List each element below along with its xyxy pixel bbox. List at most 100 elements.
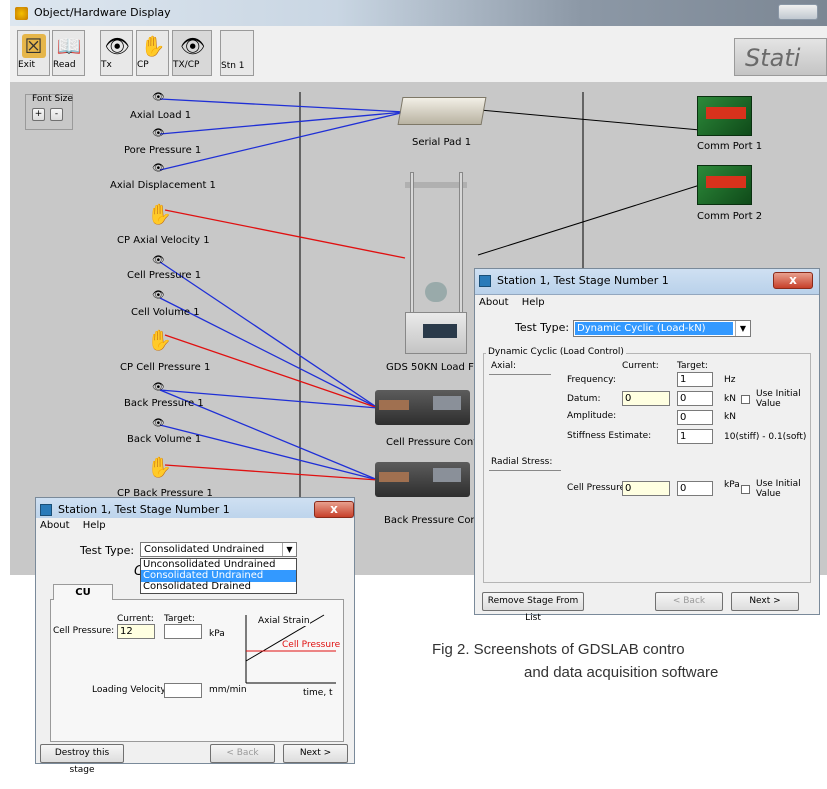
target-header: Target:: [677, 361, 708, 371]
frequency-target-field[interactable]: 1: [677, 372, 713, 387]
menu-help[interactable]: Help: [522, 297, 545, 308]
comm-port-2-image[interactable]: [697, 165, 752, 205]
cu-cell-pressure-label: Cell Pressure:: [53, 626, 115, 636]
cp-back-pressure-hand-icon[interactable]: ✋: [147, 455, 172, 479]
cp-axial-velocity-hand-icon[interactable]: ✋: [147, 202, 172, 226]
dynamic-cyclic-dialog: Station 1, Test Stage Number 1 x About H…: [474, 268, 820, 623]
cp-axial-velocity-label: CP Axial Velocity 1: [117, 235, 210, 246]
option-consolidated-drained[interactable]: Consolidated Drained: [141, 581, 296, 593]
cell-pressure-controller-label: Cell Pressure Cont: [386, 437, 478, 448]
cu-cell-pressure-current-field: 12: [117, 624, 155, 639]
destroy-stage-button[interactable]: Destroy this stage: [40, 744, 124, 775]
app-icon: [15, 7, 28, 20]
font-size-decrease-button[interactable]: -: [50, 108, 63, 121]
datum-use-initial-checkbox[interactable]: [741, 395, 750, 404]
dynamic-dialog-close-button[interactable]: x: [773, 272, 813, 289]
loading-velocity-field[interactable]: [164, 683, 202, 698]
cu-dialog-title: Station 1, Test Stage Number 1: [58, 503, 230, 516]
time-axis-label: time, t: [303, 688, 333, 698]
stiffness-unit: 10(stiff) - 0.1(soft): [724, 432, 807, 442]
cp-cell-pressure-label: CP Cell Pressure 1: [120, 362, 211, 373]
back-pressure-controller-image[interactable]: [375, 462, 470, 497]
figure-caption-line-1: Fig 2. Screenshots of GDSLAB contro: [432, 641, 685, 658]
chevron-down-icon[interactable]: ▼: [282, 543, 296, 556]
cu-back-button[interactable]: < Back: [210, 744, 275, 763]
amplitude-target-field[interactable]: 0: [677, 410, 713, 425]
station-icon: [40, 504, 52, 516]
back-volume-eye-icon[interactable]: 👁: [152, 419, 165, 429]
hand-icon: ✋: [140, 34, 166, 58]
remove-stage-button[interactable]: Remove Stage From List: [482, 592, 584, 623]
cu-target-header: Target:: [164, 614, 195, 624]
test-type-dropdown-list: Unconsolidated Undrained Consolidated Un…: [140, 558, 297, 594]
main-window-title: Object/Hardware Display: [34, 6, 171, 19]
header-logo: Stati: [734, 38, 827, 76]
cp-button[interactable]: ✋ CP: [136, 30, 169, 76]
menu-about[interactable]: About: [479, 297, 509, 308]
cell-pressure-label: Cell Pressure 1: [127, 270, 202, 281]
cell-pressure-eye-icon[interactable]: 👁: [152, 256, 165, 266]
current-header: Current:: [622, 361, 659, 371]
loading-velocity-unit: mm/min: [209, 685, 247, 695]
cell-pressure-use-initial-checkbox[interactable]: [741, 485, 750, 494]
pore-pressure-eye-icon[interactable]: 👁: [152, 129, 165, 139]
dynamic-next-button[interactable]: Next >: [731, 592, 799, 611]
axial-section-label: Axial:: [491, 361, 517, 371]
cu-cell-pressure-target-field[interactable]: [164, 624, 202, 639]
radial-stress-label: Radial Stress:: [491, 457, 553, 467]
frequency-unit: Hz: [724, 375, 736, 385]
cu-dialog-menubar: About Help: [36, 518, 354, 534]
cell-pressure-current-field: 0: [622, 481, 670, 496]
cell-pressure-controller-image[interactable]: [375, 390, 470, 425]
back-pressure-eye-icon[interactable]: 👁: [152, 383, 165, 393]
comm-port-2-label: Comm Port 2: [697, 211, 763, 222]
amplitude-unit: kN: [724, 412, 736, 422]
eye-hand-icon: 👁: [180, 34, 206, 58]
station-icon: [479, 275, 491, 287]
serial-pad-label: Serial Pad 1: [412, 137, 472, 148]
chevron-down-icon[interactable]: ▼: [735, 321, 750, 336]
menu-help[interactable]: Help: [83, 520, 106, 531]
read-button[interactable]: 📖 Read: [52, 30, 85, 76]
axial-load-eye-icon[interactable]: 👁: [152, 93, 165, 103]
cell-pressure-use-initial-label: Use Initial Value: [756, 479, 801, 499]
axial-displacement-eye-icon[interactable]: 👁: [152, 164, 165, 174]
axial-load-label: Axial Load 1: [130, 110, 192, 121]
serial-pad-image[interactable]: [397, 97, 487, 125]
cu-next-button[interactable]: Next >: [283, 744, 348, 763]
load-frame-image[interactable]: [405, 172, 467, 354]
dynamic-cyclic-group: Dynamic Cyclic (Load Control): [483, 347, 811, 583]
amplitude-label: Amplitude:: [567, 411, 617, 421]
test-type-label: Test Type:: [515, 321, 570, 334]
font-size-increase-button[interactable]: +: [32, 108, 45, 121]
menu-about[interactable]: About: [40, 520, 70, 531]
comm-port-1-label: Comm Port 1: [697, 141, 763, 152]
frequency-label: Frequency:: [567, 375, 616, 385]
font-size-group: Font Size + -: [25, 94, 73, 130]
back-volume-label: Back Volume 1: [127, 434, 202, 445]
cp-cell-pressure-hand-icon[interactable]: ✋: [147, 328, 172, 352]
datum-unit: kN: [724, 394, 736, 404]
test-type-label: Test Type:: [80, 544, 135, 557]
cu-dialog-close-button[interactable]: x: [314, 501, 354, 518]
tx-button[interactable]: 👁 Tx: [100, 30, 133, 76]
exit-button[interactable]: ☒ Exit: [17, 30, 50, 76]
comm-port-1-image[interactable]: [697, 96, 752, 136]
cell-volume-eye-icon[interactable]: 👁: [152, 291, 165, 301]
back-pressure-controller-label: Back Pressure Con: [384, 515, 477, 526]
test-type-select[interactable]: Consolidated Undrained ▼: [140, 542, 297, 557]
datum-target-field[interactable]: 0: [677, 391, 713, 406]
datum-use-initial-label: Use Initial Value: [756, 389, 801, 409]
station-tab[interactable]: Stn 1: [220, 30, 254, 76]
cell-pressure-target-field[interactable]: 0: [677, 481, 713, 496]
pore-pressure-label: Pore Pressure 1: [124, 145, 202, 156]
tx-cp-button[interactable]: 👁 TX/CP: [172, 30, 212, 76]
dynamic-dialog-menubar: About Help: [475, 295, 819, 311]
test-type-select[interactable]: Dynamic Cyclic (Load-kN) ▼: [573, 320, 751, 337]
tab-cu[interactable]: CU: [53, 584, 113, 600]
dynamic-back-button[interactable]: < Back: [655, 592, 723, 611]
eye-icon: 👁: [104, 34, 130, 58]
legend-axial-strain: Axial Strain: [258, 616, 310, 626]
stiffness-target-field[interactable]: 1: [677, 429, 713, 444]
minimize-button[interactable]: [778, 4, 818, 20]
